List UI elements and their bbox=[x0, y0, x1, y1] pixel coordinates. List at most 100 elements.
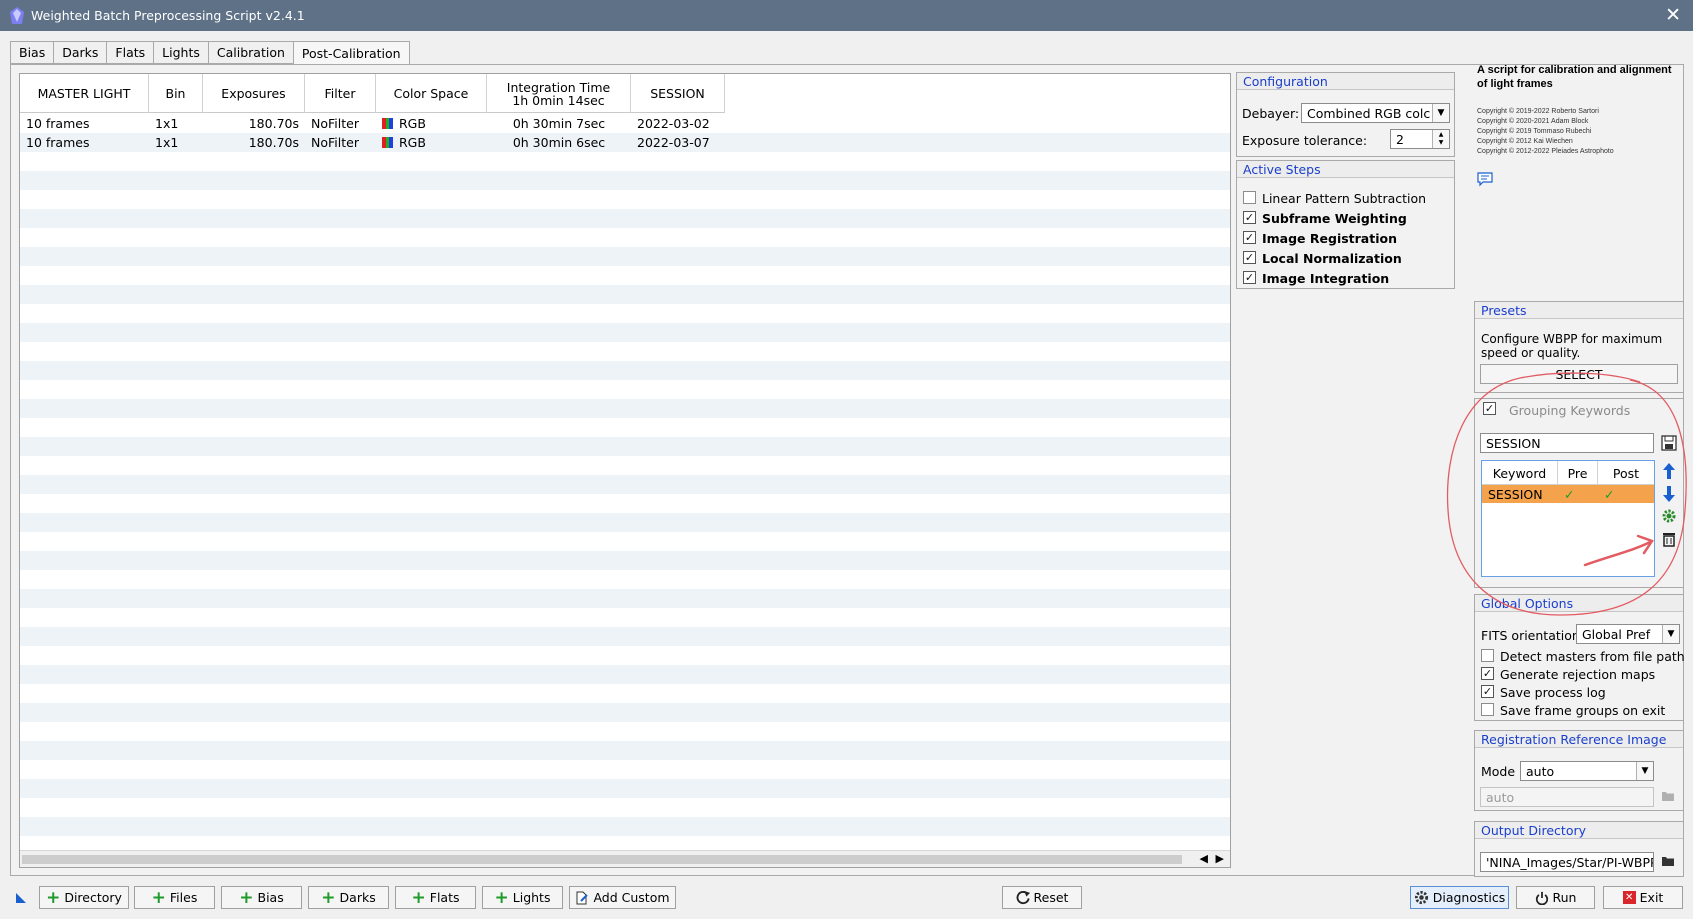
subframe-weighting-label: Subframe Weighting bbox=[1262, 211, 1407, 226]
mode-select[interactable]: auto ▼ bbox=[1520, 761, 1654, 781]
cell-master: 10 frames bbox=[26, 135, 90, 150]
detect-masters-checkbox[interactable] bbox=[1481, 649, 1494, 662]
comment-icon[interactable] bbox=[1477, 171, 1493, 187]
cell-master: 10 frames bbox=[26, 116, 90, 131]
exit-button[interactable]: ✕ Exit bbox=[1603, 886, 1683, 909]
add-directory-button[interactable]: + Directory bbox=[39, 886, 129, 909]
empty-table-row bbox=[20, 627, 1230, 646]
add-custom-button[interactable]: Add Custom bbox=[569, 886, 676, 909]
tab-post-calibration[interactable]: Post-Calibration bbox=[292, 41, 410, 65]
col-filter[interactable]: Filter bbox=[305, 74, 376, 113]
empty-table-row bbox=[20, 380, 1230, 399]
exposure-tolerance-label: Exposure tolerance: bbox=[1242, 133, 1368, 148]
debayer-label: Debayer: bbox=[1242, 106, 1300, 121]
scroll-right-icon[interactable]: ▶ bbox=[1216, 852, 1224, 865]
table-row[interactable]: 10 frames 1x1 180.70s NoFilter RGB 0h 30… bbox=[20, 114, 1230, 133]
empty-table-row bbox=[20, 608, 1230, 627]
col-bin[interactable]: Bin bbox=[149, 74, 203, 113]
cell-filter: NoFilter bbox=[311, 135, 359, 150]
app-icon bbox=[10, 6, 24, 24]
plus-icon: + bbox=[46, 887, 61, 908]
chevron-down-icon: ▼ bbox=[1432, 104, 1449, 122]
rgb-icon bbox=[382, 137, 393, 148]
reference-image-field: auto bbox=[1480, 787, 1654, 807]
output-directory-input[interactable]: 'NINA_Images/Star/PI-WBPP bbox=[1480, 852, 1654, 872]
window-title: Weighted Batch Preprocessing Script v2.4… bbox=[31, 8, 305, 23]
configuration-panel: Configuration Debayer: Combined RGB colc… bbox=[1236, 72, 1455, 157]
add-files-button[interactable]: + Files bbox=[134, 886, 215, 909]
cell-filter: NoFilter bbox=[311, 116, 359, 131]
mode-value: auto bbox=[1526, 763, 1555, 779]
reset-button[interactable]: Reset bbox=[1002, 886, 1082, 909]
empty-table-row bbox=[20, 494, 1230, 513]
close-window-button[interactable]: ✕ bbox=[1665, 5, 1681, 25]
mode-label: Mode bbox=[1481, 764, 1516, 779]
debayer-select[interactable]: Combined RGB colc ▼ bbox=[1301, 103, 1450, 123]
exposure-tolerance-value: 2 bbox=[1396, 131, 1404, 147]
scroll-left-icon[interactable]: ◀ bbox=[1200, 852, 1208, 865]
table-row[interactable]: 10 frames 1x1 180.70s NoFilter RGB 0h 30… bbox=[20, 133, 1230, 152]
tab-bias[interactable]: Bias bbox=[10, 41, 54, 64]
output-directory-title: Output Directory bbox=[1475, 822, 1683, 839]
empty-table-row bbox=[20, 551, 1230, 570]
image-integration-checkbox[interactable]: ✓ bbox=[1243, 271, 1256, 284]
tab-calibration[interactable]: Calibration bbox=[207, 41, 293, 64]
cell-session: 2022-03-07 bbox=[637, 135, 710, 150]
plus-icon: + bbox=[494, 887, 509, 908]
empty-table-row bbox=[20, 798, 1230, 817]
tab-bar: Bias Darks Flats Lights Calibration Post… bbox=[10, 41, 410, 65]
linear-pattern-subtraction-checkbox[interactable] bbox=[1243, 191, 1256, 204]
empty-table-row bbox=[20, 570, 1230, 589]
empty-table-row bbox=[20, 456, 1230, 475]
spinner-arrows-icon[interactable]: ▲ ▼ bbox=[1432, 130, 1449, 148]
empty-table-row bbox=[20, 475, 1230, 494]
diagnostics-label: Diagnostics bbox=[1432, 890, 1506, 905]
add-flats-button[interactable]: + Flats bbox=[395, 886, 476, 909]
col-master-light[interactable]: MASTER LIGHT bbox=[20, 74, 149, 113]
empty-table-row bbox=[20, 361, 1230, 380]
diagnostics-button[interactable]: Diagnostics bbox=[1410, 886, 1509, 909]
empty-table-row bbox=[20, 323, 1230, 342]
image-registration-checkbox[interactable]: ✓ bbox=[1243, 231, 1256, 244]
empty-table-row bbox=[20, 418, 1230, 437]
chevron-down-icon: ▼ bbox=[1636, 762, 1653, 780]
save-process-log-label: Save process log bbox=[1500, 685, 1606, 700]
scrollbar-thumb[interactable] bbox=[22, 855, 1182, 864]
tab-darks[interactable]: Darks bbox=[53, 41, 107, 64]
detect-masters-label: Detect masters from file path bbox=[1500, 649, 1685, 664]
horizontal-scrollbar[interactable]: ◀ ▶ bbox=[20, 850, 1230, 867]
col-exposures[interactable]: Exposures bbox=[203, 74, 305, 113]
table-header: MASTER LIGHT Bin Exposures Filter Color … bbox=[20, 74, 725, 113]
col-color-space[interactable]: Color Space bbox=[376, 74, 487, 113]
generate-rejection-maps-checkbox[interactable]: ✓ bbox=[1481, 667, 1494, 680]
cell-integration: 0h 30min 6sec bbox=[512, 135, 606, 150]
run-button[interactable]: Run bbox=[1516, 886, 1595, 909]
tab-lights[interactable]: Lights bbox=[153, 41, 208, 64]
col-session[interactable]: SESSION bbox=[631, 74, 725, 113]
tab-flats[interactable]: Flats bbox=[106, 41, 154, 64]
triangle-marker-icon bbox=[16, 893, 26, 903]
cell-exposures: 180.70s bbox=[248, 116, 299, 131]
active-steps-panel: Active Steps Linear Pattern Subtraction … bbox=[1236, 160, 1455, 289]
registration-reference-title: Registration Reference Image bbox=[1475, 731, 1683, 748]
folder-icon[interactable] bbox=[1661, 855, 1675, 867]
debayer-value: Combined RGB colc bbox=[1307, 105, 1431, 121]
generate-rejection-maps-label: Generate rejection maps bbox=[1500, 667, 1656, 682]
save-process-log-checkbox[interactable]: ✓ bbox=[1481, 685, 1494, 698]
power-icon bbox=[1535, 891, 1548, 905]
empty-table-row bbox=[20, 152, 1230, 171]
empty-table-row bbox=[20, 703, 1230, 722]
add-bias-button[interactable]: + Bias bbox=[221, 886, 302, 909]
exposure-tolerance-spinner[interactable]: 2 ▲ ▼ bbox=[1390, 129, 1450, 149]
local-normalization-checkbox[interactable]: ✓ bbox=[1243, 251, 1256, 264]
presets-description: Configure WBPP for maximum speed or qual… bbox=[1481, 332, 1663, 360]
save-frame-groups-checkbox[interactable] bbox=[1481, 703, 1494, 716]
subframe-weighting-checkbox[interactable]: ✓ bbox=[1243, 211, 1256, 224]
add-lights-button[interactable]: + Lights bbox=[482, 886, 563, 909]
col-integration-time[interactable]: Integration Time 1h 0min 14sec bbox=[487, 74, 631, 113]
add-directory-label: Directory bbox=[64, 890, 122, 905]
add-darks-button[interactable]: + Darks bbox=[308, 886, 389, 909]
empty-table-row bbox=[20, 817, 1230, 836]
empty-table-row bbox=[20, 285, 1230, 304]
add-custom-label: Add Custom bbox=[593, 890, 670, 905]
